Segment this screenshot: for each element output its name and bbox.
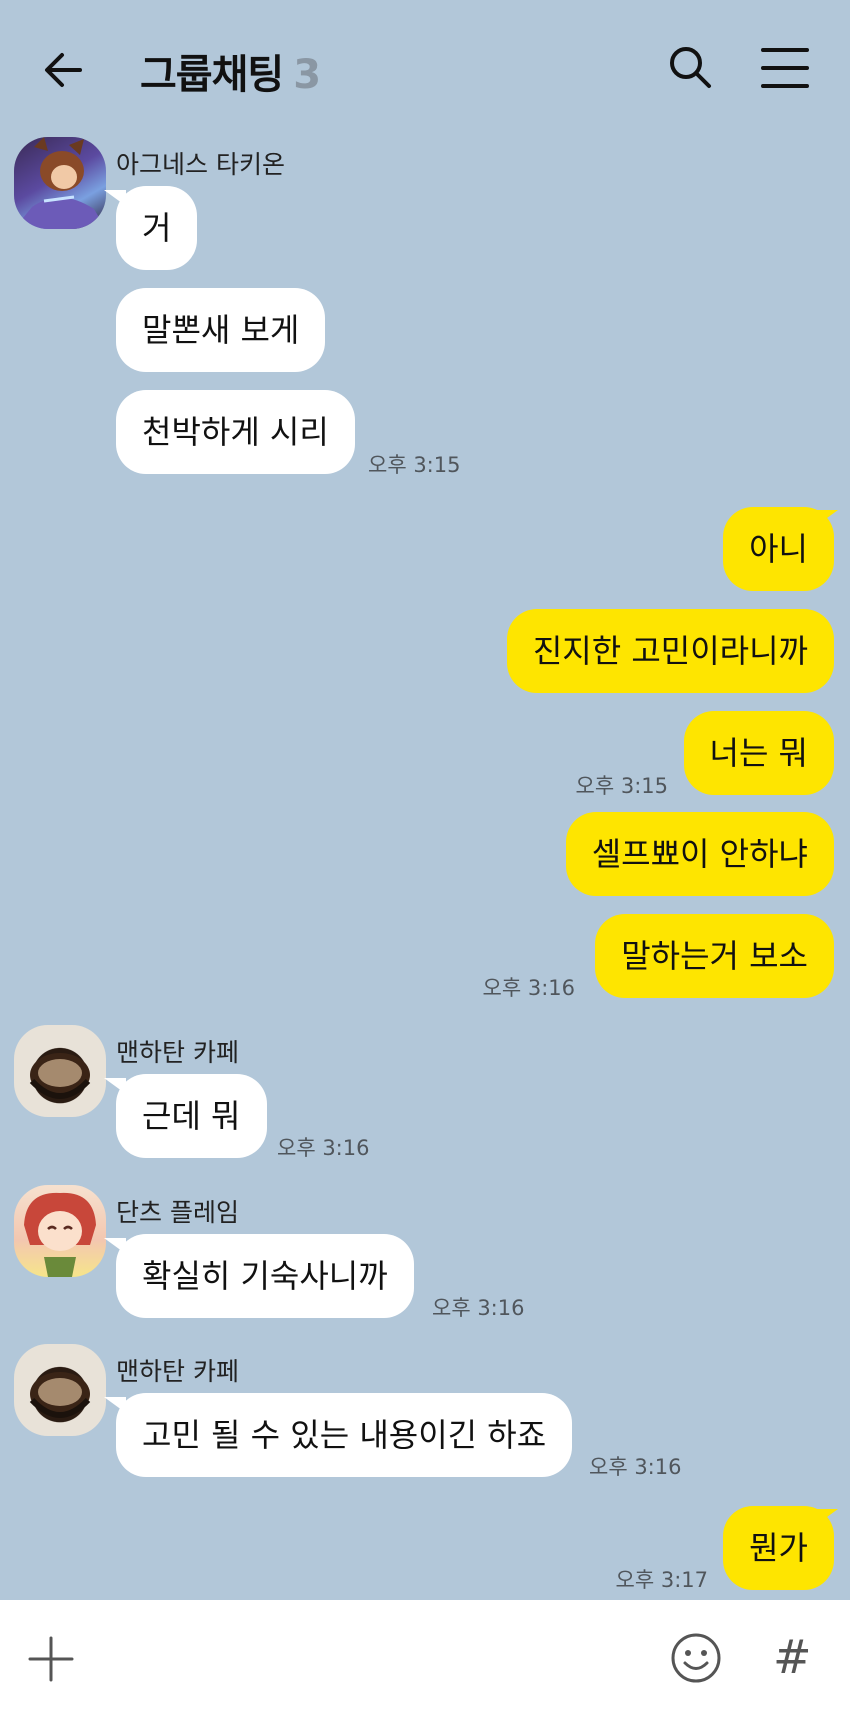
avatar-art bbox=[29, 1053, 91, 1099]
message-bubble[interactable]: 천박하게 시리 bbox=[116, 390, 355, 474]
hamburger-menu-icon[interactable] bbox=[760, 46, 810, 90]
avatar-art bbox=[24, 1192, 96, 1277]
message-time: 오후 3:16 bbox=[589, 1455, 682, 1479]
sender-name: 맨하탄 카페 bbox=[116, 1038, 239, 1067]
message-time: 오후 3:15 bbox=[575, 774, 668, 798]
avatar-agnes-tachyon[interactable] bbox=[14, 137, 106, 229]
message-bubble[interactable]: 너는 뭐 bbox=[683, 711, 834, 795]
search-icon[interactable] bbox=[665, 42, 715, 92]
message-time: 오후 3:16 bbox=[432, 1296, 525, 1320]
input-bar: # bbox=[0, 1600, 850, 1713]
message-time: 오후 3:16 bbox=[277, 1136, 370, 1160]
chat-header: 그룹채팅 3 bbox=[0, 0, 850, 135]
back-arrow-icon[interactable] bbox=[40, 45, 90, 95]
chat-title-text: 그룹채팅 bbox=[140, 52, 284, 98]
chat-title: 그룹채팅 3 bbox=[140, 42, 321, 100]
member-count: 3 bbox=[293, 52, 321, 98]
avatar-art bbox=[29, 1372, 91, 1418]
message-bubble[interactable]: 진지한 고민이라니까 bbox=[506, 609, 834, 693]
message-time: 오후 3:16 bbox=[482, 976, 575, 1000]
message-time: 오후 3:17 bbox=[615, 1568, 708, 1592]
sender-name: 단츠 플레임 bbox=[116, 1198, 239, 1227]
plus-icon[interactable] bbox=[28, 1636, 74, 1682]
sender-name: 맨하탄 카페 bbox=[116, 1357, 239, 1386]
message-bubble[interactable]: 아니 bbox=[723, 507, 834, 591]
message-bubble[interactable]: 셀프뾰이 안하냐 bbox=[565, 812, 834, 896]
avatar-danchu-flame[interactable] bbox=[14, 1185, 106, 1277]
hashtag-button[interactable]: # bbox=[773, 1630, 812, 1684]
avatar-art bbox=[14, 137, 106, 229]
emoji-icon[interactable] bbox=[670, 1632, 722, 1684]
message-bubble[interactable]: 뭔가 bbox=[723, 1506, 834, 1590]
avatar-manhattan-cafe[interactable] bbox=[14, 1025, 106, 1117]
message-bubble[interactable]: 말하는거 보소 bbox=[595, 914, 834, 998]
message-bubble[interactable]: 고민 될 수 있는 내용이긴 하죠 bbox=[116, 1393, 573, 1477]
avatar-manhattan-cafe[interactable] bbox=[14, 1344, 106, 1436]
message-bubble[interactable]: 확실히 기숙사니까 bbox=[116, 1234, 414, 1318]
message-bubble[interactable]: 말뽄새 보게 bbox=[116, 288, 326, 372]
message-bubble[interactable]: 근데 뭐 bbox=[116, 1074, 267, 1158]
message-bubble[interactable]: 거 bbox=[116, 186, 198, 270]
sender-name: 아그네스 타키온 bbox=[116, 150, 285, 179]
message-time: 오후 3:15 bbox=[368, 453, 461, 477]
